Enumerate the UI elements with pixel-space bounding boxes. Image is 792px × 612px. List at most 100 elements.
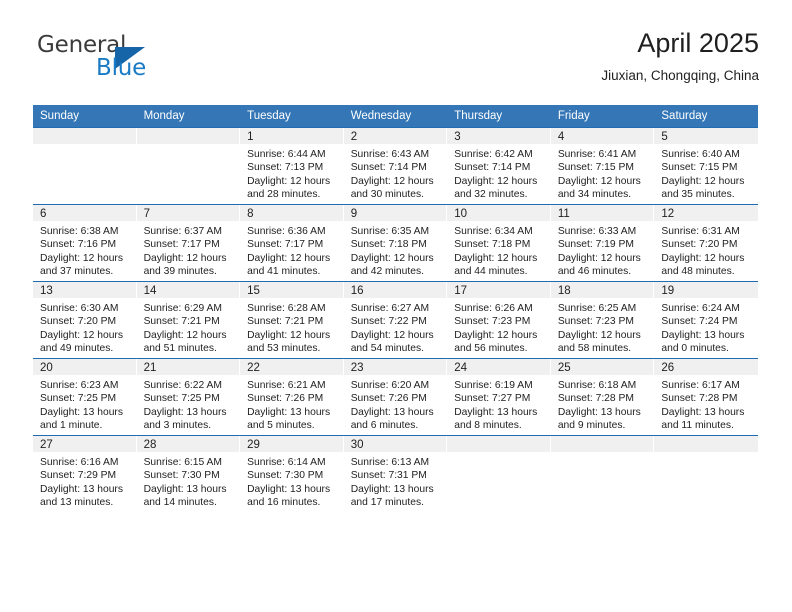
sunset-time: Sunset: 7:25 PM — [143, 393, 220, 405]
sunset-time: Sunset: 7:19 PM — [557, 239, 634, 251]
sunset-time: Sunset: 7:15 PM — [661, 162, 738, 174]
daylight-duration-line1: Daylight: 13 hours — [661, 406, 745, 418]
sunrise-time: Sunrise: 6:29 AM — [143, 303, 222, 314]
daylight-duration-line2: and 11 minutes. — [661, 420, 734, 432]
day-number: 4 — [550, 128, 655, 144]
calendar-day-cell[interactable]: 22 Sunrise: 6:21 AM Sunset: 7:26 PM Dayligh… — [240, 358, 344, 436]
daylight-duration-line1: Daylight: 12 hours — [557, 252, 641, 264]
calendar-day-cell[interactable]: 5 Sunrise: 6:40 AM Sunset: 7:15 PM Daylight… — [654, 127, 758, 205]
daylight-duration-line2: and 58 minutes. — [557, 343, 632, 355]
calendar-day-cell[interactable]: 1 Sunrise: 6:44 AM Sunset: 7:13 PM Daylight… — [240, 127, 344, 205]
day-details: Sunrise: 6:38 AM Sunset: 7:16 PM Daylight:… — [33, 221, 137, 279]
day-number: 23 — [343, 359, 448, 375]
calendar-day-cell[interactable]: 27 Sunrise: 6:16 AM Sunset: 7:29 PM Dayligh… — [33, 435, 137, 512]
calendar-day-cell[interactable]: 7 Sunrise: 6:37 AM Sunset: 7:17 PM Daylight… — [136, 204, 241, 282]
day-details: Sunrise: 6:27 AM Sunset: 7:22 PM Daylight:… — [344, 298, 448, 356]
sunset-time: Sunset: 7:13 PM — [247, 162, 324, 174]
sunset-time: Sunset: 7:28 PM — [557, 393, 634, 405]
calendar-day-cell[interactable]: 3 Sunrise: 6:42 AM Sunset: 7:14 PM Daylight… — [447, 127, 551, 205]
calendar-empty-cell — [447, 435, 551, 512]
daylight-duration-line1: Daylight: 12 hours — [557, 175, 641, 187]
day-number: 12 — [654, 205, 758, 221]
calendar-day-cell[interactable]: 15 Sunrise: 6:28 AM Sunset: 7:21 PM Dayligh… — [240, 281, 344, 359]
page-subtitle: Jiuxian, Chongqing, China — [601, 68, 759, 83]
calendar-day-cell[interactable]: 28 Sunrise: 6:15 AM Sunset: 7:30 PM Dayligh… — [136, 435, 241, 512]
daylight-duration-line1: Daylight: 13 hours — [557, 406, 641, 418]
sunrise-time: Sunrise: 6:33 AM — [557, 226, 637, 237]
sunrise-time: Sunrise: 6:36 AM — [247, 226, 326, 237]
sunrise-time: Sunrise: 6:40 AM — [661, 149, 740, 160]
daylight-duration-line1: Daylight: 12 hours — [247, 252, 331, 264]
generalblue-logo[interactable]: General Blue — [37, 32, 217, 88]
calendar-day-cell[interactable]: 4 Sunrise: 6:41 AM Sunset: 7:15 PM Daylight… — [550, 127, 655, 205]
daylight-duration-line1: Daylight: 12 hours — [350, 329, 434, 341]
calendar-day-cell[interactable]: 18 Sunrise: 6:25 AM Sunset: 7:23 PM Dayligh… — [550, 281, 655, 359]
day-number: 14 — [136, 282, 241, 298]
day-number: 25 — [550, 359, 655, 375]
calendar-day-cell[interactable]: 25 Sunrise: 6:18 AM Sunset: 7:28 PM Dayligh… — [550, 358, 655, 436]
logo-text-blue: Blue — [96, 55, 147, 81]
day-details: Sunrise: 6:26 AM Sunset: 7:23 PM Daylight:… — [447, 298, 551, 356]
sunrise-time: Sunrise: 6:28 AM — [247, 303, 326, 314]
day-details: Sunrise: 6:30 AM Sunset: 7:20 PM Daylight:… — [33, 298, 137, 356]
day-number — [550, 436, 655, 452]
calendar-day-cell[interactable]: 24 Sunrise: 6:19 AM Sunset: 7:27 PM Dayligh… — [447, 358, 551, 436]
day-number — [654, 436, 758, 452]
calendar-week-row: 13 Sunrise: 6:30 AM Sunset: 7:20 PM Dayligh… — [33, 281, 758, 359]
calendar-day-cell[interactable]: 21 Sunrise: 6:22 AM Sunset: 7:25 PM Dayligh… — [136, 358, 241, 436]
day-details — [654, 452, 758, 512]
day-details: Sunrise: 6:43 AM Sunset: 7:14 PM Daylight:… — [344, 144, 448, 202]
sunset-time: Sunset: 7:23 PM — [557, 316, 634, 328]
day-details: Sunrise: 6:28 AM Sunset: 7:21 PM Daylight:… — [240, 298, 344, 356]
calendar-day-cell[interactable]: 14 Sunrise: 6:29 AM Sunset: 7:21 PM Dayligh… — [136, 281, 241, 359]
calendar-day-cell[interactable]: 19 Sunrise: 6:24 AM Sunset: 7:24 PM Dayligh… — [654, 281, 758, 359]
daylight-duration-line1: Daylight: 12 hours — [454, 252, 538, 264]
day-number: 17 — [447, 282, 551, 298]
page-header: General Blue April 2025 Jiuxian, Chongqi… — [33, 26, 759, 98]
sunrise-time: Sunrise: 6:24 AM — [661, 303, 740, 314]
day-details: Sunrise: 6:25 AM Sunset: 7:23 PM Daylight:… — [551, 298, 655, 356]
daylight-duration-line1: Daylight: 13 hours — [661, 329, 745, 341]
sunset-time: Sunset: 7:24 PM — [661, 316, 738, 328]
calendar-day-cell[interactable]: 16 Sunrise: 6:27 AM Sunset: 7:22 PM Dayligh… — [343, 281, 448, 359]
daylight-duration-line2: and 46 minutes. — [557, 266, 632, 278]
calendar-day-cell[interactable]: 20 Sunrise: 6:23 AM Sunset: 7:25 PM Dayligh… — [33, 358, 137, 436]
day-number: 26 — [654, 359, 758, 375]
calendar-day-cell[interactable]: 26 Sunrise: 6:17 AM Sunset: 7:28 PM Dayligh… — [654, 358, 758, 436]
daylight-duration-line2: and 0 minutes. — [661, 343, 729, 355]
sunset-time: Sunset: 7:28 PM — [661, 393, 738, 405]
calendar-day-cell[interactable]: 8 Sunrise: 6:36 AM Sunset: 7:17 PM Daylight… — [240, 204, 344, 282]
day-number: 2 — [343, 128, 448, 144]
day-number: 10 — [447, 205, 551, 221]
calendar-day-cell[interactable]: 6 Sunrise: 6:38 AM Sunset: 7:16 PM Daylight… — [33, 204, 137, 282]
calendar-day-cell[interactable]: 12 Sunrise: 6:31 AM Sunset: 7:20 PM Dayligh… — [654, 204, 758, 282]
sunset-time: Sunset: 7:30 PM — [143, 470, 220, 482]
sunrise-time: Sunrise: 6:43 AM — [350, 149, 430, 160]
sunrise-time: Sunrise: 6:18 AM — [557, 380, 637, 391]
daylight-duration-line1: Daylight: 13 hours — [350, 483, 434, 495]
day-number: 18 — [550, 282, 655, 298]
calendar-day-cell[interactable]: 13 Sunrise: 6:30 AM Sunset: 7:20 PM Dayligh… — [33, 281, 137, 359]
sunset-time: Sunset: 7:23 PM — [454, 316, 531, 328]
calendar-empty-cell — [33, 127, 137, 205]
calendar-day-cell[interactable]: 17 Sunrise: 6:26 AM Sunset: 7:23 PM Dayligh… — [447, 281, 551, 359]
calendar-day-cell[interactable]: 9 Sunrise: 6:35 AM Sunset: 7:18 PM Daylight… — [343, 204, 448, 282]
daylight-duration-line1: Daylight: 12 hours — [661, 175, 745, 187]
sunrise-time: Sunrise: 6:38 AM — [40, 226, 119, 237]
calendar-day-cell[interactable]: 30 Sunrise: 6:13 AM Sunset: 7:31 PM Dayligh… — [343, 435, 448, 512]
calendar-day-cell[interactable]: 29 Sunrise: 6:14 AM Sunset: 7:30 PM Dayligh… — [240, 435, 344, 512]
day-number: 9 — [343, 205, 448, 221]
sunrise-time: Sunrise: 6:31 AM — [661, 226, 740, 237]
calendar-day-cell[interactable]: 11 Sunrise: 6:33 AM Sunset: 7:19 PM Dayligh… — [550, 204, 655, 282]
day-details: Sunrise: 6:24 AM Sunset: 7:24 PM Daylight:… — [654, 298, 758, 356]
calendar-day-cell[interactable]: 2 Sunrise: 6:43 AM Sunset: 7:14 PM Daylight… — [343, 127, 448, 205]
daylight-duration-line2: and 34 minutes. — [557, 189, 632, 201]
day-number: 11 — [550, 205, 655, 221]
sunset-time: Sunset: 7:17 PM — [143, 239, 220, 251]
calendar-day-cell[interactable]: 23 Sunrise: 6:20 AM Sunset: 7:26 PM Dayligh… — [343, 358, 448, 436]
calendar-day-cell[interactable]: 10 Sunrise: 6:34 AM Sunset: 7:18 PM Dayligh… — [447, 204, 551, 282]
day-details — [33, 144, 137, 204]
sunrise-time: Sunrise: 6:19 AM — [454, 380, 533, 391]
day-number: 28 — [136, 436, 241, 452]
sunset-time: Sunset: 7:20 PM — [40, 316, 117, 328]
